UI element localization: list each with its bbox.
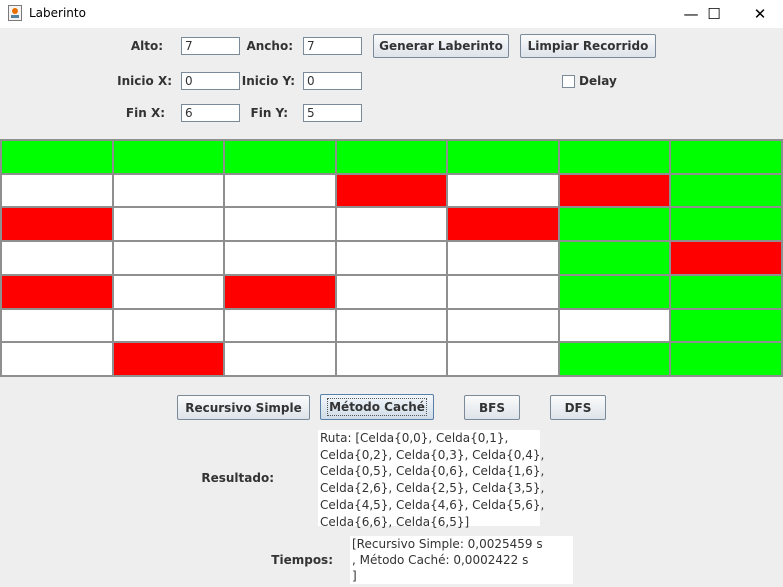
- maze-cell-free: [448, 343, 558, 375]
- tiempos-label: Tiempos:: [271, 553, 333, 567]
- maze-cell-free: [113, 242, 224, 274]
- maximize-button[interactable]: ☐: [691, 0, 737, 28]
- fin-x-field[interactable]: [181, 104, 240, 122]
- maze-cell-wall: [2, 275, 112, 308]
- maze-cell-wall: [225, 275, 335, 308]
- maze-cell-free: [225, 309, 335, 342]
- inicio-y-label: Inicio Y:: [241, 74, 295, 88]
- delay-label: Delay: [579, 74, 617, 88]
- maze-cell-path: [671, 141, 781, 173]
- delay-checkbox[interactable]: [562, 75, 575, 88]
- maze-cell-wall: [2, 208, 112, 241]
- maze-cell-free: [336, 242, 447, 274]
- maze-cell-free: [225, 208, 335, 241]
- recursivo-simple-button[interactable]: Recursivo Simple: [177, 395, 310, 420]
- maze-cell-free: [448, 309, 558, 342]
- maze-cell-free: [2, 343, 112, 375]
- dfs-button[interactable]: DFS: [550, 395, 606, 420]
- alto-label: Alto:: [130, 39, 163, 53]
- maze-cell-path: [559, 208, 670, 241]
- maze-cell-path: [559, 343, 670, 375]
- limpiar-recorrido-button[interactable]: Limpiar Recorrido: [520, 34, 656, 58]
- maze-cell-wall: [671, 242, 781, 274]
- generar-laberinto-button[interactable]: Generar Laberinto: [373, 34, 509, 58]
- maze-cell-wall: [113, 343, 224, 375]
- maze-cell-path: [225, 141, 335, 173]
- maze-cell-free: [113, 309, 224, 342]
- resultado-text-area[interactable]: Ruta: [Celda{0,0}, Celda{0,1}, Celda{0,2…: [318, 430, 544, 529]
- maze-cell-free: [336, 343, 447, 375]
- maze-cell-free: [113, 275, 224, 308]
- maze-cell-wall: [559, 174, 670, 207]
- bfs-label: BFS: [479, 400, 505, 415]
- maze-cell-free: [448, 174, 558, 207]
- maze-cell-wall: [336, 174, 447, 207]
- recursivo-simple-label: Recursivo Simple: [185, 400, 302, 415]
- resultado-label: Resultado:: [201, 471, 274, 485]
- tiempos-text-area[interactable]: [Recursivo Simple: 0,0025459 s , Método …: [350, 536, 573, 584]
- alto-field[interactable]: [181, 37, 240, 55]
- ancho-field[interactable]: [303, 37, 362, 55]
- maze-cell-free: [113, 174, 224, 207]
- maze-cell-free: [2, 242, 112, 274]
- fin-x-label: Fin X:: [125, 106, 165, 120]
- maze-cell-path: [671, 309, 781, 342]
- ancho-label: Ancho:: [246, 39, 293, 53]
- maze-cell-free: [225, 242, 335, 274]
- maze-cell-free: [225, 343, 335, 375]
- maze-cell-free: [336, 275, 447, 308]
- metodo-cache-label: Método Caché: [327, 398, 427, 416]
- limpiar-recorrido-label: Limpiar Recorrido: [527, 39, 649, 53]
- maze-cell-path: [559, 275, 670, 308]
- maze-cell-path: [336, 141, 447, 173]
- maze-cell-free: [559, 309, 670, 342]
- fin-y-field[interactable]: [303, 104, 362, 122]
- inicio-x-label: Inicio X:: [117, 74, 172, 88]
- maze-cell-free: [225, 174, 335, 207]
- maze-cell-path: [671, 208, 781, 241]
- maze-cell-path: [671, 174, 781, 207]
- maze-cell-free: [2, 309, 112, 342]
- maze-cell-free: [2, 174, 112, 207]
- maze-cell-free: [336, 208, 447, 241]
- maze-cell-free: [448, 275, 558, 308]
- maze-cell-wall: [448, 208, 558, 241]
- close-icon: ✕: [753, 5, 767, 23]
- close-button[interactable]: ✕: [737, 0, 783, 28]
- title-bar: Laberinto — ☐ ✕: [0, 0, 783, 28]
- fin-y-label: Fin Y:: [250, 106, 288, 120]
- maze-grid: [0, 139, 783, 377]
- metodo-cache-button[interactable]: Método Caché: [320, 394, 434, 420]
- maze-cell-path: [448, 141, 558, 173]
- maze-cell-free: [336, 309, 447, 342]
- inicio-y-field[interactable]: [303, 72, 362, 90]
- window-title: Laberinto: [29, 6, 86, 20]
- maximize-icon: ☐: [707, 5, 721, 23]
- dfs-label: DFS: [564, 400, 592, 415]
- generar-laberinto-label: Generar Laberinto: [379, 39, 503, 53]
- maze-cell-path: [671, 343, 781, 375]
- maze-cell-free: [113, 208, 224, 241]
- maze-cell-free: [448, 242, 558, 274]
- maze-cell-path: [559, 141, 670, 173]
- bfs-button[interactable]: BFS: [464, 395, 520, 420]
- maze-cell-path: [113, 141, 224, 173]
- maze-cell-path: [671, 275, 781, 308]
- maze-cell-path: [559, 242, 670, 274]
- inicio-x-field[interactable]: [181, 72, 240, 90]
- java-app-icon: [8, 5, 22, 21]
- maze-cell-path: [2, 141, 112, 173]
